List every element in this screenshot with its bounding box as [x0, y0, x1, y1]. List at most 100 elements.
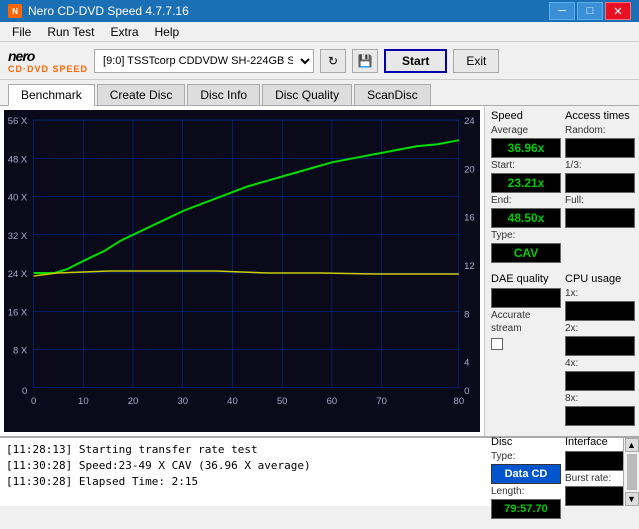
cpu4x-value — [565, 371, 635, 391]
svg-text:0: 0 — [22, 386, 27, 396]
log-scrollbar: ▲ ▼ — [623, 438, 639, 506]
tab-create-disc[interactable]: Create Disc — [97, 84, 186, 105]
title-bar: N Nero CD-DVD Speed 4.7.7.16 ─ □ ✕ — [0, 0, 639, 22]
exit-button[interactable]: Exit — [453, 49, 499, 73]
main-content: 56 X 48 X 40 X 32 X 24 X 16 X 8 X 0 24 2… — [0, 106, 639, 436]
cpu2x-label: 2x: — [565, 323, 635, 334]
right-panel: Speed Average 36.96x Start: 23.21x End: … — [484, 106, 639, 436]
stream-label: stream — [491, 323, 561, 334]
cpu8x-value — [565, 406, 635, 426]
minimize-button[interactable]: ─ — [549, 2, 575, 20]
log-entry-3: [11:30:28] Elapsed Time: 2:15 — [6, 474, 617, 490]
drive-selector[interactable]: [9:0] TSSTcorp CDDVDW SH-224GB SB00 — [94, 49, 314, 73]
dae-section: DAE quality Accurate stream — [491, 273, 561, 426]
tab-scan-disc[interactable]: ScanDisc — [354, 84, 431, 105]
speed-section: Speed Average 36.96x Start: 23.21x End: … — [491, 110, 561, 263]
refresh-button[interactable]: ↻ — [320, 49, 346, 73]
nero-logo: nero CD·DVD SPEED — [8, 48, 88, 74]
accurate-stream-row — [491, 338, 561, 350]
tab-bar: Benchmark Create Disc Disc Info Disc Qua… — [0, 80, 639, 106]
svg-text:4: 4 — [464, 358, 469, 368]
svg-text:16: 16 — [464, 213, 475, 223]
access-times-title: Access times — [565, 110, 635, 122]
log-content: [11:28:13] Starting transfer rate test [… — [0, 438, 623, 506]
log-message-3: Elapsed Time: 2:15 — [79, 475, 198, 488]
close-button[interactable]: ✕ — [605, 2, 631, 20]
random-value — [565, 138, 635, 158]
scroll-thumb[interactable] — [627, 454, 637, 490]
maximize-button[interactable]: □ — [577, 2, 603, 20]
svg-text:8 X: 8 X — [13, 346, 27, 356]
type-value: CAV — [491, 243, 561, 263]
cpu1x-label: 1x: — [565, 288, 635, 299]
menu-file[interactable]: File — [4, 23, 39, 41]
average-label: Average — [491, 125, 561, 136]
svg-text:40 X: 40 X — [8, 193, 28, 203]
speed-title: Speed — [491, 110, 561, 122]
accurate-label: Accurate — [491, 310, 561, 321]
svg-text:20: 20 — [464, 165, 475, 175]
chart-area: 56 X 48 X 40 X 32 X 24 X 16 X 8 X 0 24 2… — [4, 110, 480, 432]
svg-text:30: 30 — [177, 396, 188, 406]
svg-text:60: 60 — [327, 396, 338, 406]
tab-disc-quality[interactable]: Disc Quality — [262, 84, 352, 105]
svg-text:56 X: 56 X — [8, 116, 28, 126]
full-value — [565, 208, 635, 228]
cpu2x-value — [565, 336, 635, 356]
full-label: Full: — [565, 195, 635, 206]
tab-benchmark[interactable]: Benchmark — [8, 84, 95, 106]
dae-and-cpu: DAE quality Accurate stream CPU usage 1x… — [491, 273, 633, 426]
log-message-2: Speed:23-49 X CAV (36.96 X average) — [79, 459, 311, 472]
nero-logo-top: nero — [8, 48, 34, 64]
cpu8x-label: 8x: — [565, 393, 635, 404]
nero-logo-bottom: CD·DVD SPEED — [8, 64, 88, 74]
accurate-checkbox[interactable] — [491, 338, 503, 350]
dae-title: DAE quality — [491, 273, 561, 285]
save-button[interactable]: 💾 — [352, 49, 378, 73]
start-label: Start: — [491, 160, 561, 171]
cpu1x-value — [565, 301, 635, 321]
svg-text:40: 40 — [227, 396, 238, 406]
svg-text:48 X: 48 X — [8, 155, 28, 165]
access-times-section: Access times Random: 1/3: Full: — [565, 110, 635, 263]
start-value: 23.21x — [491, 173, 561, 193]
log-time-3: [11:30:28] — [6, 475, 72, 488]
svg-text:10: 10 — [78, 396, 89, 406]
scroll-up-button[interactable]: ▲ — [625, 438, 639, 452]
log-time-1: [11:28:13] — [6, 443, 72, 456]
log-entry-2: [11:30:28] Speed:23-49 X CAV (36.96 X av… — [6, 458, 617, 474]
toolbar: nero CD·DVD SPEED [9:0] TSSTcorp CDDVDW … — [0, 42, 639, 80]
menu-run-test[interactable]: Run Test — [39, 23, 102, 41]
svg-text:24 X: 24 X — [8, 269, 28, 279]
scroll-down-button[interactable]: ▼ — [625, 492, 639, 506]
svg-text:80: 80 — [454, 396, 465, 406]
random-label: Random: — [565, 125, 635, 136]
svg-text:0: 0 — [31, 396, 36, 406]
svg-text:16 X: 16 X — [8, 307, 28, 317]
cpu-title: CPU usage — [565, 273, 635, 285]
one-third-value — [565, 173, 635, 193]
svg-text:0: 0 — [464, 386, 469, 396]
log-message-1: Starting transfer rate test — [79, 443, 258, 456]
svg-text:24: 24 — [464, 116, 475, 126]
svg-text:70: 70 — [376, 396, 387, 406]
benchmark-chart: 56 X 48 X 40 X 32 X 24 X 16 X 8 X 0 24 2… — [4, 110, 480, 432]
svg-text:12: 12 — [464, 261, 475, 271]
end-label: End: — [491, 195, 561, 206]
tab-disc-info[interactable]: Disc Info — [187, 84, 260, 105]
svg-text:20: 20 — [128, 396, 139, 406]
app-icon: N — [8, 4, 22, 18]
menu-extra[interactable]: Extra — [102, 23, 146, 41]
menu-help[interactable]: Help — [147, 23, 188, 41]
svg-text:50: 50 — [277, 396, 288, 406]
log-entry-1: [11:28:13] Starting transfer rate test — [6, 442, 617, 458]
speed-and-access: Speed Average 36.96x Start: 23.21x End: … — [491, 110, 633, 263]
svg-text:32 X: 32 X — [8, 231, 28, 241]
one-third-label: 1/3: — [565, 160, 635, 171]
cpu4x-label: 4x: — [565, 358, 635, 369]
start-button[interactable]: Start — [384, 49, 447, 73]
title-bar-buttons: ─ □ ✕ — [549, 2, 631, 20]
average-value: 36.96x — [491, 138, 561, 158]
svg-text:8: 8 — [464, 309, 469, 319]
cpu-section: CPU usage 1x: 2x: 4x: 8x: — [565, 273, 635, 426]
